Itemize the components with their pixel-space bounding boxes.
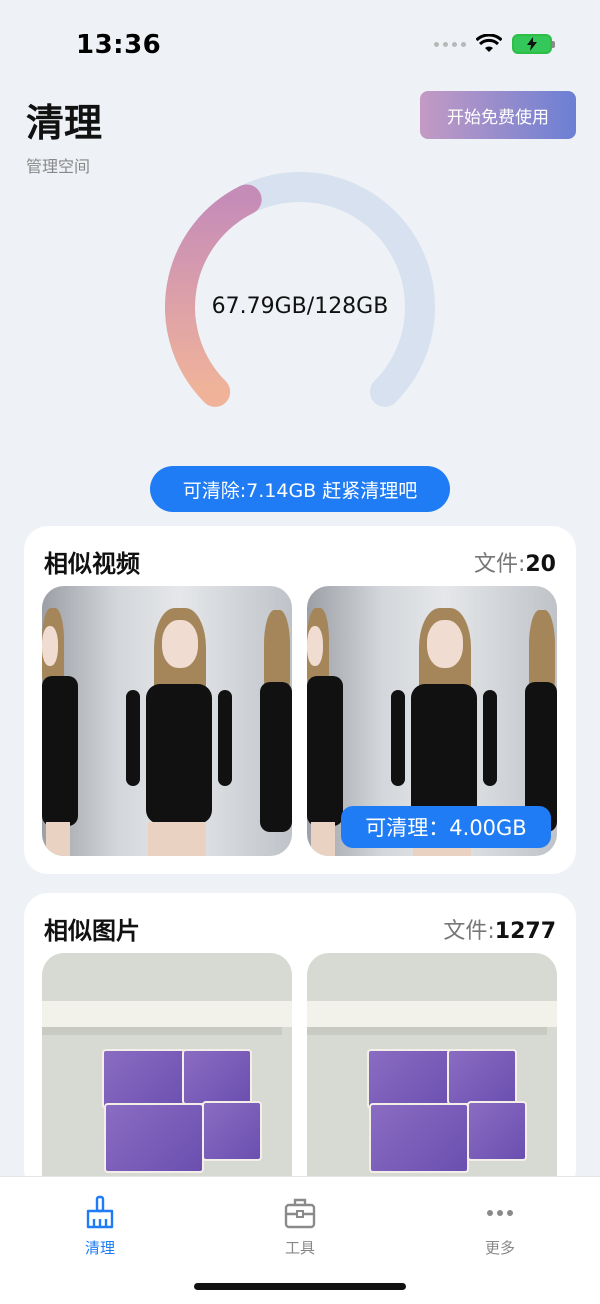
video-thumbnail[interactable]: 可清理：4.00GB	[307, 586, 557, 856]
image-thumbnail[interactable]	[307, 953, 557, 1193]
similar-images-title: 相似图片	[44, 917, 140, 945]
storage-usage-text: 67.79GB/128GB	[211, 294, 389, 319]
image-thumbnail[interactable]	[42, 953, 292, 1193]
header: 清理 管理空间	[26, 92, 102, 177]
similar-videos-title: 相似视频	[44, 550, 140, 578]
toolbox-icon	[284, 1198, 316, 1229]
cleanable-button[interactable]: 可清除:7.14GB 赶紧清理吧	[150, 466, 450, 512]
count-value: 20	[525, 552, 556, 577]
similar-images-count: 文件:1277	[443, 913, 556, 945]
more-icon	[487, 1210, 513, 1216]
page-title: 清理	[26, 101, 103, 145]
cleanable-size-badge: 可清理：4.00GB	[341, 806, 551, 848]
status-time: 13:36	[76, 30, 162, 60]
tab-tools[interactable]: 工具	[240, 1195, 360, 1258]
signal-icon	[434, 41, 466, 47]
count-value: 1277	[494, 919, 556, 944]
tab-label: 清理	[84, 1239, 115, 1257]
home-indicator	[194, 1283, 406, 1290]
tab-label: 更多	[484, 1239, 515, 1257]
broom-icon	[86, 1195, 114, 1229]
video-preview	[42, 586, 292, 856]
image-preview	[42, 953, 292, 1193]
storage-gauge: 67.79GB/128GB	[165, 172, 435, 442]
count-label: 文件:	[473, 552, 526, 577]
similar-videos-card[interactable]: 相似视频 文件:20 可清理：4.00GB	[24, 526, 576, 874]
tab-more[interactable]: 更多	[440, 1195, 560, 1258]
tab-label: 工具	[284, 1239, 315, 1257]
start-free-button[interactable]: 开始免费使用	[420, 91, 576, 139]
count-label: 文件:	[443, 919, 495, 944]
similar-images-card[interactable]: 相似图片 文件:1277	[24, 893, 576, 1193]
status-bar: 13:36	[0, 0, 600, 90]
battery-icon	[512, 34, 555, 54]
similar-videos-count: 文件:20	[474, 546, 556, 578]
tab-clean[interactable]: 清理	[40, 1195, 160, 1258]
image-preview	[307, 953, 557, 1193]
status-icons	[434, 34, 555, 54]
page-subtitle: 管理空间	[26, 157, 91, 176]
wifi-icon	[476, 34, 502, 52]
video-thumbnail[interactable]	[42, 586, 292, 856]
